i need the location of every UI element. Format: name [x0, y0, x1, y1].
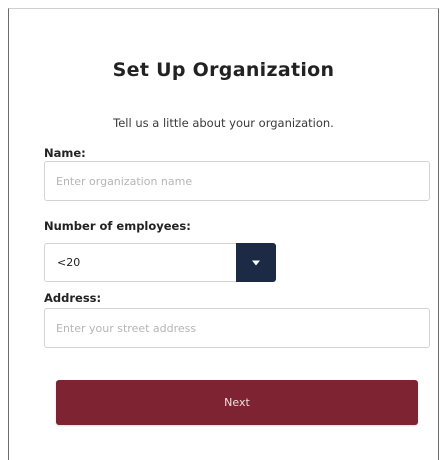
page-title: Set Up Organization [112, 59, 335, 81]
setup-organization-card: Set Up Organization Tell us a little abo… [8, 8, 439, 460]
employees-select[interactable]: <20 [44, 243, 276, 282]
employees-label: Number of employees: [44, 219, 191, 233]
name-label: Name: [44, 146, 86, 160]
address-label: Address: [44, 291, 102, 305]
page-subtitle: Tell us a little about your organization… [113, 116, 334, 130]
next-button[interactable]: Next [56, 380, 418, 425]
caret-down-icon [252, 260, 260, 265]
organization-name-input[interactable] [44, 161, 430, 201]
employees-selected-value: <20 [57, 256, 81, 269]
employees-dropdown-toggle[interactable] [236, 243, 276, 282]
street-address-input[interactable] [44, 308, 430, 348]
